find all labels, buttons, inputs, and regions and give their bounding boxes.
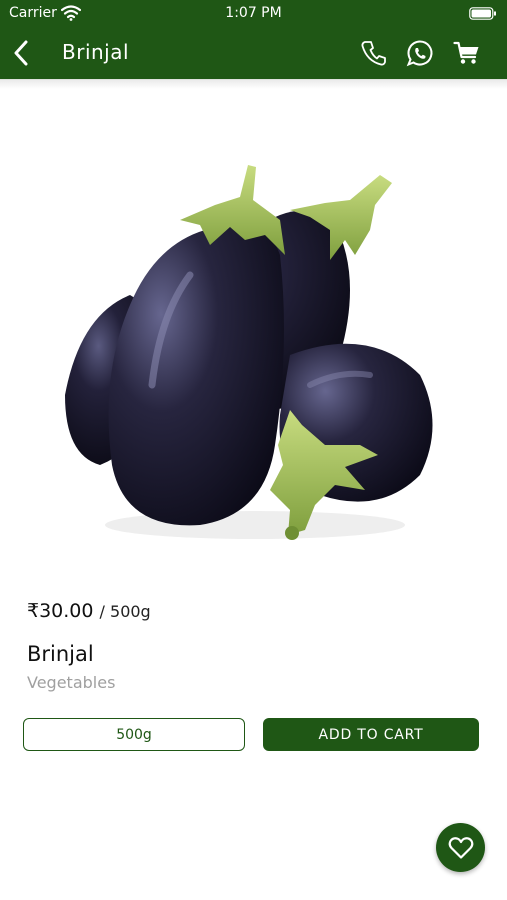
product-price: ₹30.00 / 500g	[27, 600, 151, 622]
header-shadow	[0, 79, 507, 89]
price-value: ₹30.00	[27, 600, 94, 622]
page-title: Brinjal	[62, 40, 130, 64]
heart-icon	[448, 836, 473, 859]
product-category: Vegetables	[27, 673, 116, 692]
clock: 1:07 PM	[225, 5, 282, 21]
cart-button[interactable]	[452, 38, 482, 68]
product-name: Brinjal	[27, 642, 94, 666]
whatsapp-button[interactable]	[405, 38, 435, 68]
status-bar: Carrier 1:07 PM	[0, 0, 507, 28]
phone-icon	[361, 41, 386, 66]
call-button[interactable]	[359, 38, 389, 68]
price-unit: / 500g	[99, 602, 151, 621]
back-button[interactable]	[6, 36, 36, 70]
cart-icon	[453, 41, 479, 64]
battery-icon	[469, 7, 496, 20]
navigation-bar: Brinjal	[0, 28, 507, 78]
app-header: Carrier 1:07 PM Brinjal	[0, 0, 507, 80]
back-arrow-icon	[14, 40, 28, 66]
product-image	[65, 165, 433, 540]
favorite-button[interactable]	[436, 823, 485, 872]
whatsapp-icon	[406, 40, 433, 67]
weight-selector[interactable]: 500g	[23, 718, 245, 751]
add-to-cart-button[interactable]: ADD TO CART	[263, 718, 479, 751]
